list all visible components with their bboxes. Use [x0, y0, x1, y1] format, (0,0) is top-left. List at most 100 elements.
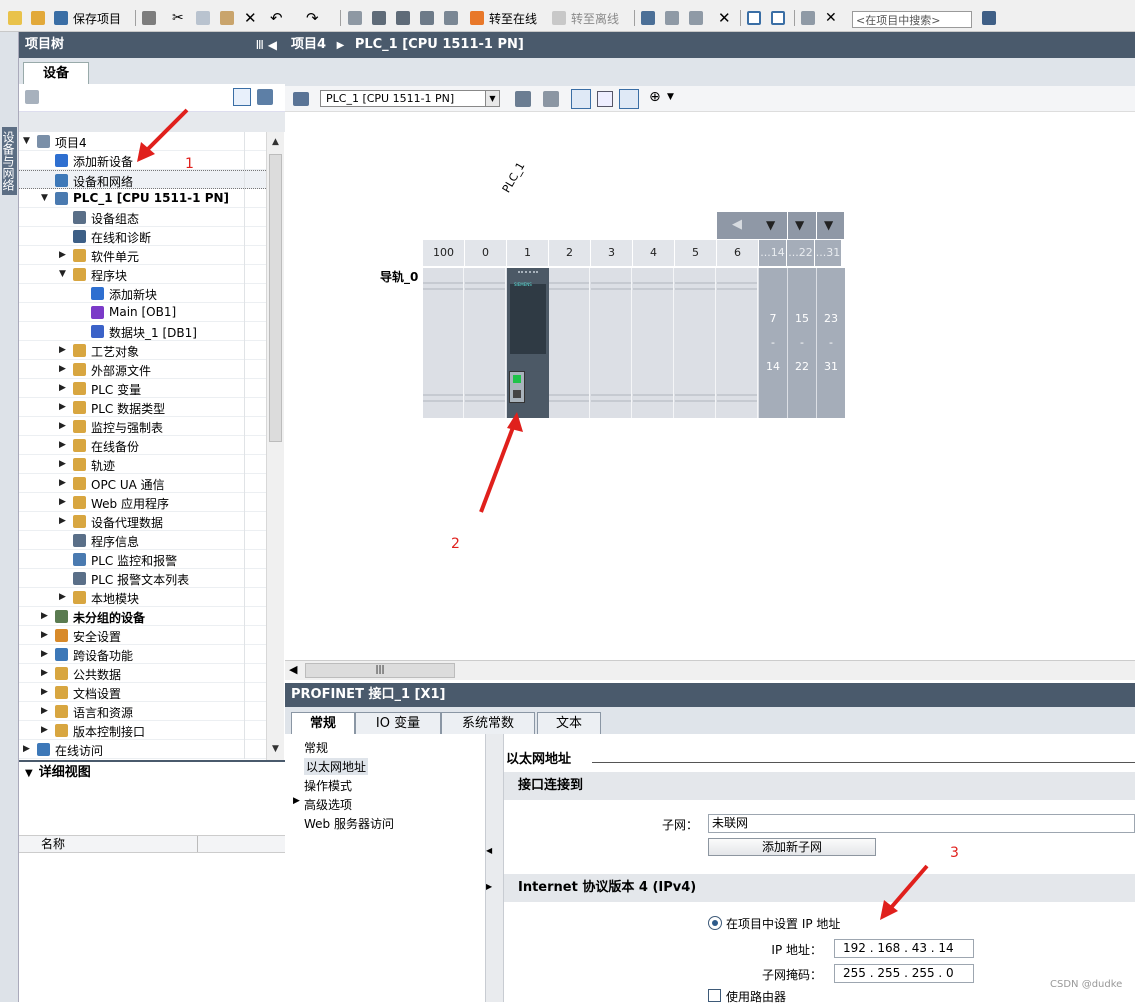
- expand-arrow-icon[interactable]: ▶: [41, 630, 48, 640]
- tree-item[interactable]: ▶ 监控与强制表: [19, 417, 266, 436]
- nav-advanced-options[interactable]: 高级选项: [304, 796, 352, 813]
- tab-devices-and-networks[interactable]: 设备与网络: [1, 127, 17, 195]
- detail-view-header[interactable]: ▼ 详细视图: [19, 760, 285, 784]
- go-offline-button[interactable]: 转至离线: [552, 9, 619, 27]
- set-ip-radio[interactable]: [708, 916, 722, 930]
- tree-item[interactable]: ▶ 轨迹: [19, 455, 266, 474]
- expand-slot-14-button[interactable]: ▼: [759, 212, 787, 239]
- collapse-arrow-icon[interactable]: ▼: [59, 269, 66, 279]
- add-new-subnet-button[interactable]: 添加新子网: [708, 838, 876, 856]
- collapse-arrow-icon[interactable]: ▼: [41, 193, 48, 203]
- tab-general[interactable]: 常规: [291, 712, 355, 734]
- tree-options-icon[interactable]: [257, 89, 273, 105]
- tab-system-constants[interactable]: 系统常数: [441, 712, 535, 734]
- extension-column-1[interactable]: 15 - 22: [788, 268, 816, 418]
- tree-item[interactable]: ▶ 跨设备功能: [19, 645, 266, 664]
- copy-icon[interactable]: [196, 9, 210, 27]
- maximize-icon[interactable]: [801, 9, 815, 27]
- tree-item[interactable]: 在线和诊断: [19, 227, 266, 246]
- tree-item[interactable]: ▶ 未分组的设备: [19, 607, 266, 626]
- project-tree-scrollbar[interactable]: ▲ ▼: [266, 132, 284, 760]
- nav-operating-mode[interactable]: 操作模式: [304, 777, 352, 794]
- subnet-field[interactable]: 未联网: [708, 814, 1135, 833]
- expand-arrow-icon[interactable]: ▶: [59, 497, 66, 507]
- rail-slot-7[interactable]: [717, 268, 758, 418]
- rail-slot-5[interactable]: [633, 268, 674, 418]
- scroll-up-icon[interactable]: ▲: [269, 135, 282, 149]
- tree-item[interactable]: ▶ 设备代理数据: [19, 512, 266, 531]
- zoom-dropdown-icon[interactable]: ▼: [667, 92, 674, 102]
- tree-item[interactable]: ▶ 外部源文件: [19, 360, 266, 379]
- go-online-button[interactable]: 转至在线: [470, 9, 537, 27]
- tree-item[interactable]: ▶ 版本控制接口: [19, 721, 266, 740]
- ip-address-field[interactable]: 192 . 168 . 43 . 14: [834, 939, 974, 958]
- scroll-down-icon[interactable]: ▼: [269, 742, 282, 756]
- expand-arrow-icon[interactable]: ▶: [23, 744, 30, 754]
- expand-arrow-icon[interactable]: ▶: [59, 459, 66, 469]
- nav-ethernet-address[interactable]: 以太网地址: [304, 758, 369, 775]
- canvas-horizontal-scrollbar[interactable]: ◀ |||: [285, 660, 1135, 680]
- tree-item[interactable]: ▶ 本地模块: [19, 588, 266, 607]
- extension-column-2[interactable]: 23 - 31: [817, 268, 845, 418]
- search-icon[interactable]: [982, 9, 996, 27]
- tree-item[interactable]: ▶ 在线访问: [19, 740, 266, 759]
- device-canvas[interactable]: PLC_1 导轨_0 ◀ ▼ ▼ ▼ 100 0 1 2 3 4 5 6 ...14 ...22.…: [285, 112, 1135, 660]
- expand-slot-31-button[interactable]: ▼: [817, 212, 844, 239]
- tree-item[interactable]: ▶ Web 应用程序: [19, 493, 266, 512]
- tree-item[interactable]: ▶ PLC 数据类型: [19, 398, 266, 417]
- tab-texts[interactable]: 文本: [537, 712, 601, 734]
- scroll-thumb[interactable]: |||: [305, 663, 455, 678]
- tree-item[interactable]: 设备组态: [19, 208, 266, 227]
- expand-arrow-icon[interactable]: ▶: [59, 592, 66, 602]
- rail-slot-1[interactable]: [465, 268, 506, 418]
- expand-slot-22-button[interactable]: ▼: [788, 212, 816, 239]
- chevron-down-icon[interactable]: ▼: [25, 768, 33, 779]
- pen-icon[interactable]: [571, 89, 591, 109]
- collapse-arrow-icon[interactable]: ▼: [23, 136, 30, 146]
- rail-slot-3[interactable]: [549, 268, 590, 418]
- delete-icon[interactable]: ✕: [244, 9, 257, 27]
- column-name[interactable]: 名称: [41, 836, 65, 852]
- upload-icon[interactable]: [396, 9, 410, 27]
- tab-devices[interactable]: 设备: [23, 62, 89, 84]
- list-view-icon[interactable]: [233, 88, 251, 106]
- subnet-mask-field[interactable]: 255 . 255 . 255 . 0: [834, 964, 974, 983]
- rail-slot-0[interactable]: [423, 268, 464, 418]
- device-select[interactable]: PLC_1 [CPU 1511-1 PN] ▼: [320, 90, 500, 107]
- expand-arrow-icon[interactable]: ▶: [41, 687, 48, 697]
- collapse-left-button[interactable]: ◀: [717, 212, 759, 239]
- tree-item[interactable]: ▶ 软件单元: [19, 246, 266, 265]
- tree-item[interactable]: ▼ 程序块: [19, 265, 266, 284]
- properties-icon[interactable]: [515, 91, 531, 107]
- zoom-icon[interactable]: ⊕: [649, 89, 661, 105]
- properties-splitter[interactable]: ◀ ▶: [485, 734, 504, 1002]
- download-icon[interactable]: [372, 9, 386, 27]
- tree-item[interactable]: Main [OB1]: [19, 303, 266, 322]
- accessible-devices-icon[interactable]: [641, 9, 655, 27]
- expand-advanced-icon[interactable]: ▶: [293, 796, 300, 806]
- splitter-right-icon[interactable]: ▶: [486, 882, 492, 891]
- show-names-icon[interactable]: [543, 91, 559, 107]
- use-router-checkbox[interactable]: [708, 989, 721, 1002]
- expand-arrow-icon[interactable]: ▶: [59, 383, 66, 393]
- split-horizontal-icon[interactable]: [747, 9, 761, 27]
- cpu-module[interactable]: SIEMENS: [507, 268, 549, 418]
- breadcrumb-device[interactable]: PLC_1 [CPU 1511-1 PN]: [355, 37, 524, 52]
- scroll-left-icon[interactable]: ◀: [289, 663, 297, 676]
- expand-arrow-icon[interactable]: ▶: [41, 649, 48, 659]
- overview-icon[interactable]: [25, 90, 39, 104]
- scroll-thumb[interactable]: [269, 154, 282, 442]
- project-search-input[interactable]: [852, 11, 972, 28]
- expand-arrow-icon[interactable]: ▶: [41, 706, 48, 716]
- tab-io-tags[interactable]: IO 变量: [355, 712, 441, 734]
- start-cpu-icon[interactable]: [665, 9, 679, 27]
- tree-item[interactable]: ▶ 工艺对象: [19, 341, 266, 360]
- expand-arrow-icon[interactable]: ▶: [59, 345, 66, 355]
- collapse-panel-icon[interactable]: Ⅲ ◀: [256, 32, 277, 58]
- device-network-switch-icon[interactable]: [293, 92, 309, 106]
- expand-arrow-icon[interactable]: ▶: [59, 478, 66, 488]
- extension-column-0[interactable]: 7 - 14: [759, 268, 787, 418]
- tree-item[interactable]: PLC 监控和报警: [19, 550, 266, 569]
- tree-item[interactable]: ▶ 在线备份: [19, 436, 266, 455]
- paste-icon[interactable]: [220, 9, 234, 27]
